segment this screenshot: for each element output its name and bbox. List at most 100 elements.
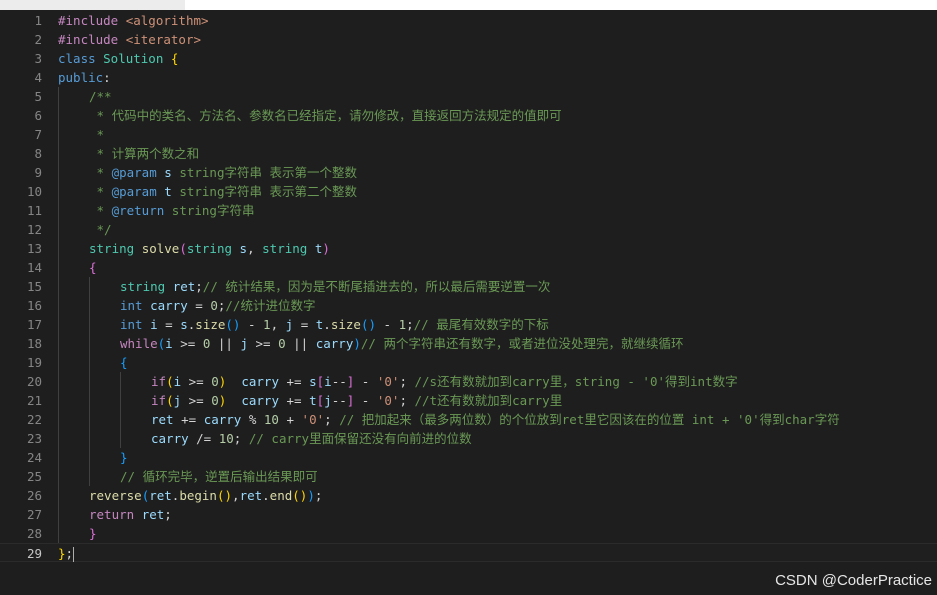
code-token: carry [203,411,249,427]
code-line[interactable]: 3 class Solution { [0,49,937,68]
code-line[interactable]: 19 { [0,352,937,372]
line-number: 17 [26,316,42,332]
code-text: * 计算两个数之和 [89,144,200,163]
code-token: public [58,69,104,85]
code-line[interactable]: 10 * @param t string字符串 表示第二个整数 [0,181,937,201]
line-number: 28 [26,525,42,541]
code-token: || [293,335,316,351]
code-token: Solution [103,50,171,66]
indent-guide [120,390,121,410]
code-token: string [89,240,142,256]
code-text: * @param s string字符串 表示第一个整数 [89,163,358,182]
code-line[interactable]: 17 int i = s.size() - 1, j = t.size() - 1… [0,314,937,334]
code-text: return ret; [89,505,172,524]
code-line[interactable]: 18 while(i >= 0 || j >= 0 || carry)// 两个字… [0,333,937,353]
line-number: 7 [34,126,42,142]
indent-guide [58,428,59,448]
line-number: 14 [26,259,42,275]
code-line[interactable]: 21 if(j >= 0) carry += t[j--] - '0'; //t还… [0,390,937,410]
code-line[interactable]: 22 ret += carry % 10 + '0'; // 把加起来（最多两位数… [0,409,937,429]
code-line[interactable]: 6 * 代码中的类名、方法名、参数名已经指定，请勿修改，直接返回方法规定的值即可 [0,105,937,125]
code-token: ; [195,278,203,294]
code-token: /** [89,88,112,104]
code-line[interactable]: 12 */ [0,219,937,239]
code-line[interactable]: 26 reverse(ret.begin(),ret.end()); [0,485,937,505]
line-number: 18 [26,335,42,351]
code-line[interactable]: 27 return ret; [0,504,937,524]
indent-guide [58,257,59,277]
code-token: ret [239,487,263,503]
line-number: 13 [26,240,42,256]
code-line[interactable]: 7 * [0,124,937,144]
code-token: i [173,373,189,389]
indent-guide [58,485,59,505]
code-line[interactable]: 20 if(i >= 0) carry += s[i--] - '0'; //s还… [0,371,937,391]
code-text: } [89,524,97,543]
code-text: ret += carry % 10 + '0'; // 把加起来（最多两位数）的… [151,410,840,429]
indent-guide [89,371,90,391]
code-line[interactable]: 2 #include <iterator> [0,30,937,49]
code-token: } [89,525,97,541]
code-token: ; [314,487,323,503]
code-text: public: [58,68,111,87]
line-number: 4 [34,69,42,85]
code-token: } [58,545,66,561]
indent-guide [58,219,59,239]
code-line[interactable]: 1 #include <algorithm> [0,11,937,30]
code-line[interactable]: 11 * @return string字符串 [0,200,937,220]
code-text: if(j >= 0) carry += t[j--] - '0'; //t还有数… [151,391,562,410]
code-token: #include [58,12,126,28]
code-token: ; [233,430,249,446]
code-token: ; [406,316,414,332]
code-line[interactable]: 9 * @param s string字符串 表示第一个整数 [0,162,937,182]
code-token: - [354,392,377,408]
code-token: size [330,316,361,332]
indent-guide [58,124,59,144]
code-token: + [286,411,302,427]
code-line[interactable]: 23 carry /= 10; // carry里面保留还没有向前进的位数 [0,428,937,448]
code-line[interactable]: 5 /** [0,86,937,106]
code-token: @param [111,164,165,180]
code-line[interactable]: 14 { [0,257,937,277]
indent-guide [89,295,90,315]
code-token: <algorithm> [125,12,209,28]
code-token: t [309,392,317,408]
code-text: // 循环完毕，逆置后输出结果即可 [120,467,318,486]
code-token: * [89,202,112,218]
code-text: } [120,448,128,467]
code-line[interactable]: 25 // 循环完毕，逆置后输出结果即可 [0,466,937,486]
code-token: { [89,259,97,275]
code-token: = [300,316,316,332]
code-token: carry [315,335,354,351]
code-editor[interactable]: 1 #include <algorithm> 2 #include <iterator… [0,10,937,595]
code-text: if(i >= 0) carry += s[i--] - '0'; //s还有数… [151,372,738,391]
indent-guide [120,409,121,429]
code-token: % [248,411,264,427]
code-text: * [89,125,105,144]
code-line[interactable]: 15 string ret;// 统计结果，因为是不断尾插进去的，所以最后需要逆置… [0,276,937,296]
code-text: * @param t string字符串 表示第二个整数 [89,182,358,201]
code-token: += [181,411,204,427]
indent-guide [89,314,90,334]
code-token: // 循环完毕，逆置后输出结果即可 [120,468,318,484]
code-line[interactable]: 28} [0,523,937,543]
code-token: >= [180,335,203,351]
code-token: carry [150,297,196,313]
code-token: */ [89,221,112,237]
code-line[interactable]: 16 int carry = 0;//统计进位数字 [0,295,937,315]
code-token: += [286,373,310,389]
editor-tab-area[interactable] [0,0,185,10]
code-token: // 把加起来（最多两位数）的个位放到ret里它因该在的位置 int + '0'… [339,411,840,427]
code-line[interactable]: 29}; [0,542,937,562]
code-token: s [164,164,180,180]
code-text: #include <iterator> [58,30,201,49]
code-line[interactable]: 4 public: [0,68,937,87]
indent-guide [89,409,90,429]
indent-guide [58,466,59,486]
code-line[interactable]: 24} [0,447,937,467]
code-line[interactable]: 8 * 计算两个数之和 [0,143,937,163]
code-token: // 最尾有效数字的下标 [413,316,549,332]
code-token: 0 [210,297,218,313]
code-token: ; [164,506,172,522]
code-line[interactable]: 13 string solve(string s, string t) [0,238,937,258]
